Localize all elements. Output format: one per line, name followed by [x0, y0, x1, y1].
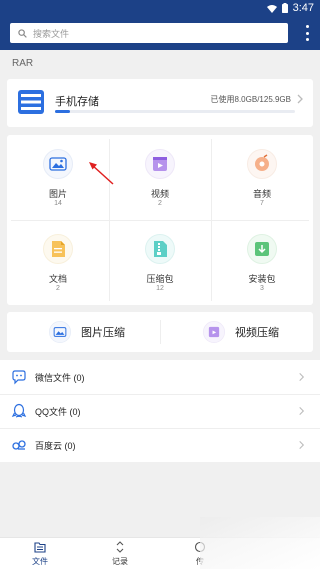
category-packages[interactable]: 安装包 3 [211, 220, 313, 305]
video-compress-icon [203, 321, 225, 343]
category-count: 2 [56, 285, 60, 292]
qq-icon [11, 403, 27, 418]
category-archives[interactable]: 压缩包 12 [109, 220, 211, 305]
category-grid: 图片 14 视频 2 音频 7 文档 2 压缩包 12 安装包 3 [7, 135, 313, 305]
category-label: 压缩包 [146, 274, 174, 284]
battery-icon [281, 3, 288, 13]
category-label: 视频 [150, 189, 169, 199]
audio-icon [247, 149, 277, 179]
baidu-cloud-icon [12, 440, 26, 450]
category-count: 2 [158, 200, 162, 207]
chevron-right-icon [297, 94, 303, 104]
chevron-right-icon [299, 407, 305, 415]
section-label: RAR [12, 58, 34, 69]
category-label: 音频 [252, 189, 271, 199]
storage-usage: 已使用8.0GB/125.9GB [210, 95, 291, 104]
category-label: 图片 [48, 189, 67, 199]
list-item-label: QQ文件 (0) [35, 407, 81, 417]
source-list: 微信文件 (0) QQ文件 (0) 百度云 (0) [0, 360, 320, 462]
image-compress-icon [49, 321, 71, 343]
wifi-icon [266, 4, 277, 13]
archive-icon [145, 234, 175, 264]
category-count: 3 [260, 285, 264, 292]
status-bar: 3:47 [0, 0, 320, 16]
category-count: 7 [260, 200, 264, 207]
list-item-wechat[interactable]: 微信文件 (0) [0, 360, 320, 394]
files-tab-icon [34, 542, 46, 553]
tab-records[interactable]: 记录 [80, 538, 160, 569]
more-menu-icon[interactable] [304, 25, 310, 41]
tab-label: 记录 [112, 557, 128, 566]
annotation-arrow-icon [89, 162, 114, 185]
search-icon [18, 28, 27, 38]
storage-progress [55, 110, 295, 113]
image-compress-button[interactable]: 图片压缩 [49, 312, 125, 352]
category-count: 14 [54, 200, 62, 207]
video-icon [145, 149, 175, 179]
list-item-qq[interactable]: QQ文件 (0) [0, 394, 320, 428]
image-icon [43, 149, 73, 179]
list-item-baidu-cloud[interactable]: 百度云 (0) [0, 428, 320, 462]
category-count: 12 [156, 285, 164, 292]
package-icon [247, 234, 277, 264]
search-input[interactable]: 搜索文件 [10, 23, 288, 43]
video-compress-button[interactable]: 视频压缩 [203, 312, 279, 352]
category-videos[interactable]: 视频 2 [109, 135, 211, 220]
app-bar: 搜索文件 [0, 16, 320, 50]
tab-label: 文件 [32, 557, 48, 566]
list-item-label: 微信文件 (0) [35, 373, 85, 383]
storage-progress-fill [55, 110, 71, 113]
storage-title: 手机存储 [55, 96, 99, 108]
category-label: 安装包 [248, 274, 276, 284]
chevron-right-icon [299, 373, 305, 381]
watermark-overlay [200, 517, 320, 569]
wechat-icon [12, 370, 26, 385]
phone-storage-card[interactable]: 手机存储 已使用8.0GB/125.9GB [7, 79, 313, 127]
search-placeholder: 搜索文件 [33, 28, 70, 39]
category-label: 文档 [48, 274, 67, 284]
list-item-label: 百度云 (0) [35, 441, 76, 451]
compress-card: 图片压缩 视频压缩 [7, 312, 313, 352]
tab-files[interactable]: 文件 [0, 538, 80, 569]
document-icon [43, 234, 73, 264]
status-time: 3:47 [292, 2, 314, 14]
video-compress-label: 视频压缩 [235, 327, 279, 339]
category-audio[interactable]: 音频 7 [211, 135, 313, 220]
chevron-right-icon [299, 441, 305, 449]
records-tab-icon [116, 541, 124, 553]
image-compress-label: 图片压缩 [81, 327, 125, 339]
storage-icon [18, 90, 44, 114]
category-documents[interactable]: 文档 2 [7, 220, 109, 305]
